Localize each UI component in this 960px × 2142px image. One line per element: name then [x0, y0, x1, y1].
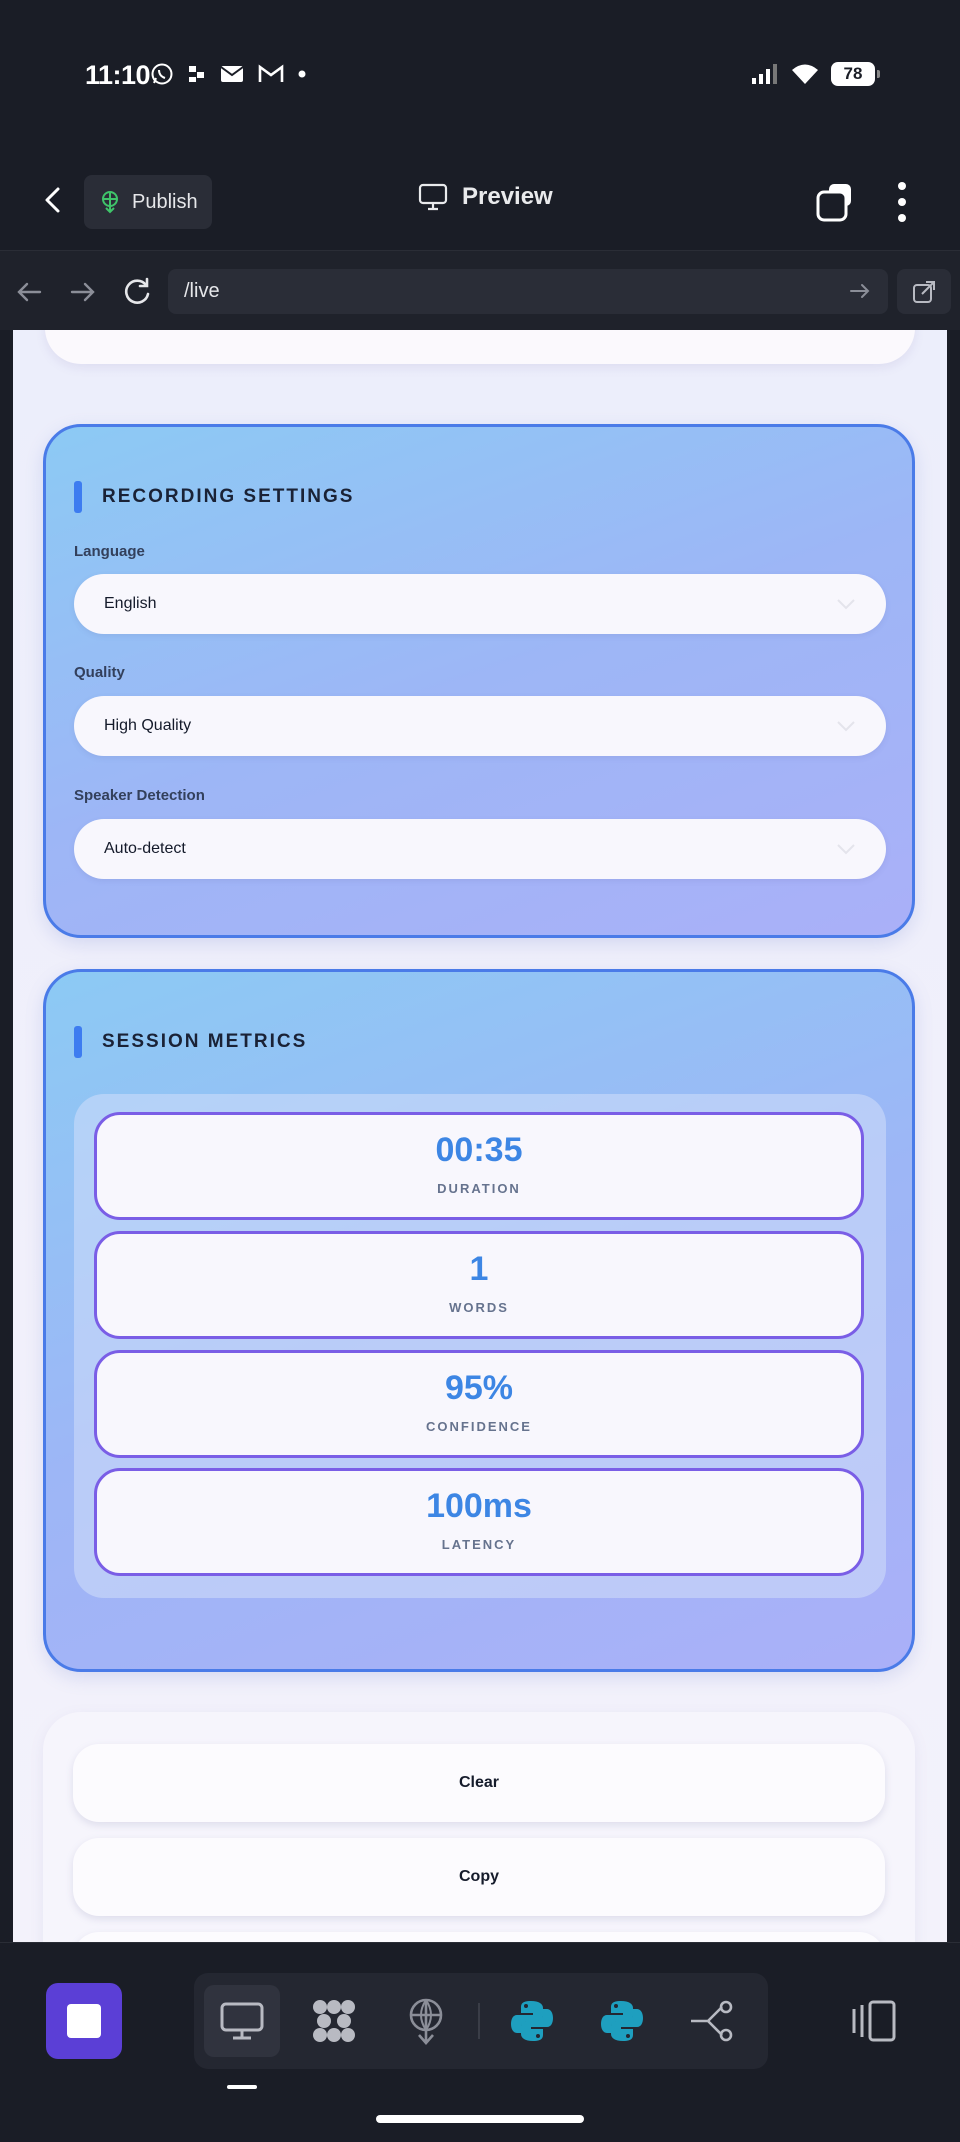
home-indicator — [376, 2115, 584, 2123]
quality-select[interactable]: High Quality — [74, 696, 886, 756]
metric-duration: 00:35 DURATION — [94, 1112, 864, 1220]
metric-value: 00:35 — [435, 1131, 523, 1169]
share-icon — [691, 2000, 733, 2042]
speaker-detection-value: Auto-detect — [104, 840, 186, 857]
metric-value: 100ms — [426, 1487, 532, 1525]
python-tool-1[interactable] — [494, 1985, 570, 2057]
dot-icon — [298, 70, 306, 78]
tool-group — [194, 1973, 768, 2069]
grid-tool[interactable] — [296, 1985, 372, 2057]
active-tab-indicator — [227, 2085, 257, 2089]
metric-latency: 100ms LATENCY — [94, 1468, 864, 1576]
language-select[interactable]: English — [74, 574, 886, 634]
speaker-detection-label: Speaker Detection — [74, 787, 205, 804]
python-icon — [601, 2001, 643, 2041]
monitor-icon — [220, 2002, 264, 2040]
clear-button[interactable]: Clear — [73, 1744, 885, 1822]
page-content: RECORDING SETTINGS Language English Qual… — [13, 330, 947, 1942]
tool-separator — [478, 2003, 480, 2039]
reload-icon[interactable] — [122, 277, 152, 307]
actions-card: Clear Copy — [43, 1712, 915, 1942]
system-icons: 78 — [751, 62, 880, 86]
next-action-button[interactable] — [73, 1932, 885, 1942]
panel-toggle-icon[interactable] — [850, 1999, 898, 2043]
publish-label: Publish — [132, 190, 198, 213]
external-link-icon — [913, 280, 935, 303]
publish-icon — [102, 191, 118, 214]
recording-settings-header: RECORDING SETTINGS — [74, 481, 354, 513]
browser-back-icon[interactable] — [14, 277, 44, 307]
session-metrics-card: SESSION METRICS 00:35 DURATION 1 WORDS 9… — [43, 969, 915, 1672]
whatsapp-icon — [151, 63, 173, 85]
browser-forward-icon[interactable] — [68, 277, 98, 307]
metric-label: DURATION — [437, 1181, 521, 1196]
dots-grid-icon — [313, 2000, 355, 2042]
monitor-icon — [418, 183, 448, 211]
web-viewport: RECORDING SETTINGS Language English Qual… — [0, 330, 960, 1942]
section-accent-bar — [74, 481, 82, 513]
speaker-detection-select[interactable]: Auto-detect — [74, 819, 886, 879]
preview-title: Preview — [418, 183, 553, 211]
metric-label: WORDS — [449, 1300, 509, 1315]
globe-deploy-icon — [409, 1998, 443, 2045]
notification-icons — [150, 62, 306, 86]
metrics-grid: 00:35 DURATION 1 WORDS 95% CONFIDENCE 10… — [74, 1094, 886, 1598]
chevron-down-icon — [837, 721, 855, 732]
deploy-tool[interactable] — [388, 1985, 464, 2057]
status-bar: 11:10 78 — [0, 0, 960, 150]
quality-value: High Quality — [104, 717, 192, 734]
signal-icon — [752, 64, 777, 84]
metric-confidence: 95% CONFIDENCE — [94, 1350, 864, 1458]
stop-icon — [67, 2004, 101, 2038]
more-options-icon[interactable] — [886, 180, 918, 224]
quality-label: Quality — [74, 664, 125, 681]
section-accent-bar — [74, 1026, 82, 1058]
metric-value: 1 — [469, 1250, 489, 1288]
status-time: 11:10 — [85, 60, 151, 90]
app-notification-icon — [189, 66, 204, 82]
python-tool-2[interactable] — [584, 1985, 660, 2057]
stop-button[interactable] — [46, 1983, 122, 2059]
app-header: Publish Preview — [0, 150, 960, 250]
battery-indicator: 78 — [831, 62, 880, 86]
url-text: /live — [184, 280, 220, 302]
share-tool[interactable] — [674, 1985, 750, 2057]
browser-bar: /live — [0, 250, 960, 330]
publish-button[interactable]: Publish — [84, 175, 212, 229]
python-icon — [511, 2001, 553, 2041]
url-input[interactable]: /live — [168, 269, 888, 314]
previous-card — [45, 330, 915, 364]
open-external-button[interactable] — [897, 269, 951, 314]
copy-button[interactable]: Copy — [73, 1838, 885, 1916]
gmail-icon — [258, 64, 284, 82]
language-label: Language — [74, 543, 145, 560]
bottom-toolbar — [0, 1942, 960, 2142]
recording-settings-title: RECORDING SETTINGS — [102, 486, 355, 507]
wifi-icon — [792, 64, 818, 84]
preview-tool[interactable] — [204, 1985, 280, 2057]
recording-settings-card: RECORDING SETTINGS Language English Qual… — [43, 424, 915, 938]
chevron-down-icon — [837, 844, 855, 855]
mail-icon — [220, 66, 244, 82]
tabs-icon[interactable] — [815, 182, 855, 222]
session-metrics-title: SESSION METRICS — [102, 1031, 308, 1052]
language-value: English — [104, 595, 157, 612]
metric-value: 95% — [444, 1369, 514, 1407]
chevron-down-icon — [837, 599, 855, 610]
metric-words: 1 WORDS — [94, 1231, 864, 1339]
session-metrics-header: SESSION METRICS — [74, 1026, 307, 1058]
metric-label: CONFIDENCE — [426, 1419, 532, 1434]
go-arrow-icon[interactable] — [848, 279, 872, 303]
back-icon[interactable] — [38, 184, 70, 216]
metric-label: LATENCY — [441, 1537, 517, 1552]
page-title: Preview — [462, 183, 553, 210]
